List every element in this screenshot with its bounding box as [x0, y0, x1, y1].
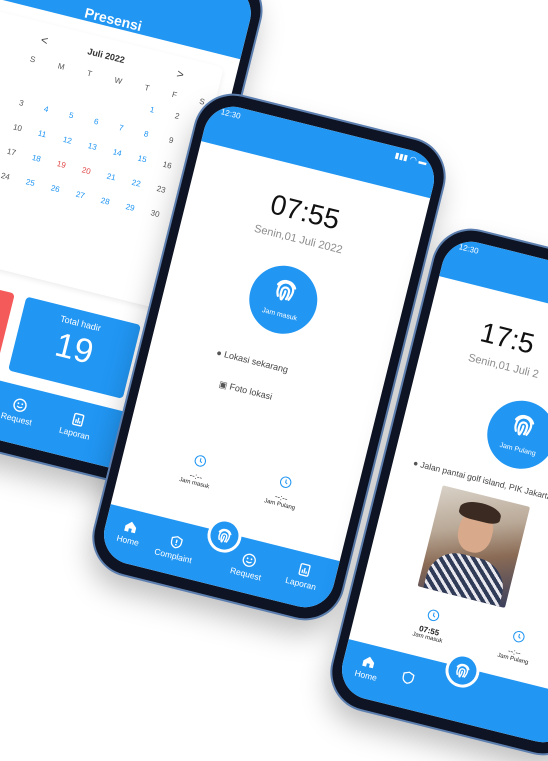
- nav-laporan[interactable]: Laporan: [284, 559, 321, 592]
- calendar-day[interactable]: 14: [112, 147, 139, 162]
- nav-home-label: Home: [115, 532, 141, 548]
- fingerprint-icon: [456, 663, 470, 678]
- left-nav-laporan-label: Laporan: [58, 424, 91, 442]
- calendar-day[interactable]: 17: [6, 147, 33, 162]
- clock-icon: [427, 609, 439, 621]
- clock-icon: [279, 476, 291, 488]
- calendar-day[interactable]: 22: [131, 178, 158, 193]
- nav-complaint-label: Complaint: [153, 546, 193, 566]
- middle-stat-pulang: --:-- Jam Pulang: [250, 469, 316, 516]
- weekday-label: F: [170, 89, 178, 100]
- smile-icon: [242, 553, 256, 567]
- nav-complaint[interactable]: Complaint: [153, 531, 196, 565]
- jam-masuk-button[interactable]: Jam masuk: [242, 258, 325, 341]
- calendar-day[interactable]: 20: [81, 165, 108, 180]
- right-stat-masuk: 07:55 Jam masuk: [397, 602, 463, 649]
- calendar-day[interactable]: 28: [100, 196, 127, 211]
- right-nav-home[interactable]: Home: [354, 652, 382, 683]
- nav-request-label: Request: [229, 565, 263, 583]
- jam-masuk-label: Jam masuk: [261, 307, 298, 323]
- middle-clock: 12:30: [219, 107, 242, 121]
- calendar-empty: [124, 99, 151, 114]
- calendar-day[interactable]: 12: [62, 135, 89, 150]
- jam-pulang-label: Jam Pulang: [498, 441, 537, 458]
- calendar-day[interactable]: 10: [12, 122, 39, 137]
- left-nav-request-label: Request: [0, 410, 34, 428]
- right-nav-home-label: Home: [353, 667, 379, 683]
- next-month-button[interactable]: >: [175, 67, 185, 82]
- photo-row[interactable]: ▣ Foto lokasi: [217, 378, 274, 403]
- selfie-shirt: [423, 546, 510, 607]
- fingerprint-icon: [514, 415, 535, 436]
- jam-pulang-button[interactable]: Jam Pulang: [480, 393, 548, 476]
- left-nav-request[interactable]: Request: [0, 395, 37, 428]
- middle-stat-masuk: --:-- Jam masuk: [164, 447, 230, 494]
- calendar-day[interactable]: 29: [125, 202, 152, 217]
- calendar-day[interactable]: 15: [137, 154, 164, 169]
- calendar-day[interactable]: 7: [118, 123, 145, 138]
- weekday-label: M: [56, 61, 66, 72]
- calendar-day[interactable]: 19: [56, 159, 83, 174]
- home-icon: [362, 656, 375, 669]
- shield-icon: [170, 536, 184, 549]
- right-clock: 12:30: [457, 242, 480, 256]
- right-stat-pulang: --:-- Jam Pulang: [483, 623, 548, 670]
- calendar-empty: [99, 93, 126, 108]
- location-pin-icon: ●: [412, 457, 420, 469]
- left-nav-laporan[interactable]: Laporan: [58, 409, 95, 442]
- weekday-label: T: [86, 68, 93, 79]
- month-label: Juli 2022: [86, 46, 126, 66]
- location-pin-icon: ●: [215, 347, 224, 359]
- prev-month-button[interactable]: <: [39, 33, 49, 48]
- clock-icon: [512, 630, 525, 643]
- report-icon: [71, 412, 84, 427]
- location-row: ● Lokasi sekarang: [215, 347, 289, 374]
- clock-icon: [194, 455, 206, 467]
- weekday-label: S: [198, 96, 206, 107]
- weekday-label: W: [113, 75, 124, 87]
- photo-text: Foto lokasi: [228, 381, 274, 402]
- weekday-label: T: [143, 83, 151, 93]
- calendar-day[interactable]: 13: [87, 141, 114, 156]
- calendar-empty: [74, 86, 101, 101]
- calendar-empty: [49, 80, 76, 95]
- calendar-day[interactable]: 26: [50, 183, 77, 198]
- calendar-day[interactable]: 21: [106, 172, 133, 187]
- fingerprint-icon: [276, 280, 297, 301]
- calendar-day[interactable]: 18: [31, 153, 58, 168]
- nav-home[interactable]: Home: [116, 517, 144, 548]
- calendar-day[interactable]: 1: [149, 105, 176, 120]
- selfie-photo: [417, 485, 531, 608]
- calendar-day[interactable]: 6: [93, 117, 120, 132]
- calendar-day[interactable]: 5: [68, 111, 95, 126]
- weekday-label: S: [29, 54, 37, 65]
- status-icons: ▮▮▮ ◠ ▬: [393, 150, 428, 168]
- calendar-day[interactable]: 4: [43, 104, 70, 119]
- fingerprint-icon: [218, 528, 232, 543]
- camera-icon: ▣: [217, 378, 229, 391]
- home-icon: [124, 521, 137, 534]
- calendar-day[interactable]: 25: [25, 177, 52, 192]
- nav-request[interactable]: Request: [229, 550, 266, 583]
- smile-icon: [13, 398, 27, 412]
- right-time: 17:5: [477, 316, 538, 360]
- left-title: Presensi: [83, 4, 144, 35]
- calendar-empty: [24, 74, 51, 89]
- location-text: Lokasi sekarang: [223, 349, 290, 375]
- right-nav-complaint[interactable]: [399, 669, 416, 688]
- calendar-day[interactable]: 8: [143, 129, 170, 144]
- calendar-day[interactable]: 27: [75, 190, 102, 205]
- calendar-day[interactable]: 3: [18, 98, 45, 113]
- report-icon: [298, 563, 311, 577]
- nav-laporan-label: Laporan: [284, 574, 318, 593]
- calendar-day[interactable]: 24: [0, 171, 27, 186]
- calendar-day[interactable]: 11: [37, 129, 64, 144]
- total-hadir-card: Total hadir 19: [8, 296, 141, 399]
